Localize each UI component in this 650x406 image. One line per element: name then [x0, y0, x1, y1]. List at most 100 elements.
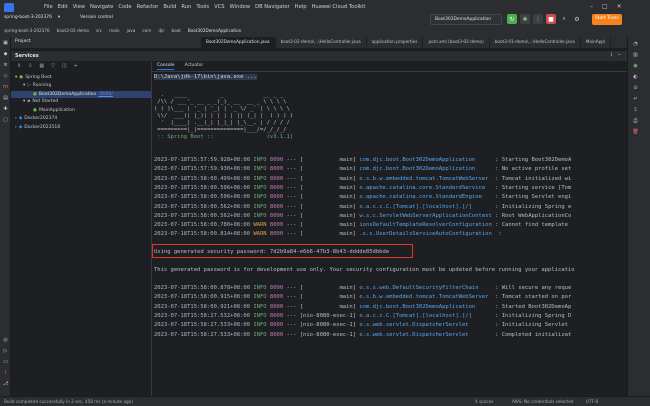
crumb-java[interactable]: java — [127, 28, 136, 33]
crumb-class[interactable]: Boot302DemoApplication — [188, 28, 241, 33]
print-icon[interactable]: ⎙ — [632, 117, 639, 124]
gradle-icon[interactable]: ◐ — [632, 73, 639, 80]
log-level: WARN — [253, 222, 270, 229]
tab-hellocontroller-02[interactable]: boot3-02-demo\...\HelloController.java — [276, 37, 367, 48]
crumb-module[interactable]: boot3-02-demo — [57, 28, 89, 33]
group-icon[interactable]: ▦ — [39, 63, 44, 71]
console-output[interactable]: D:\Java\jdk-17\bin\java.exe ... . ____ _… — [152, 73, 627, 393]
notifications-icon[interactable]: ◔ — [632, 40, 639, 47]
indent-setting[interactable]: 4 spaces — [475, 399, 493, 404]
log-level: INFO — [253, 203, 270, 210]
log-level: INFO — [253, 157, 270, 163]
tree-node-mainapplication[interactable]: ● MainApplication — [33, 108, 75, 113]
endpoints-icon[interactable]: ⊙ — [632, 84, 639, 91]
log-thread: [nio-8080-exec-1] — [299, 331, 360, 338]
log-class: com.djc.boot.Boot302DemoApplication — [359, 157, 492, 163]
tree-node-spring-boot[interactable]: ▾ ● Spring Boot — [15, 75, 52, 80]
project-panel-header[interactable]: Project — [11, 37, 201, 48]
structure-tool-icon[interactable]: ≡ — [2, 61, 9, 68]
project-tool-icon[interactable]: ▣ — [2, 39, 9, 46]
commit-tool-icon[interactable]: ◆ — [2, 50, 9, 57]
database-icon[interactable]: ▥ — [632, 51, 639, 58]
crumb-boot[interactable]: boot — [171, 28, 180, 33]
run-tool-icon[interactable]: ▷ — [2, 347, 9, 354]
services-tool-icon[interactable]: ◎ — [2, 336, 9, 343]
tab-actuator[interactable]: Actuator — [184, 63, 203, 70]
menu-vcs[interactable]: VCS — [214, 4, 224, 10]
run-config-selector[interactable]: Boot302DemoApplication — [430, 14, 502, 25]
layout-icon[interactable]: ◫ — [62, 63, 67, 71]
collapse-all-icon[interactable]: ⇳ — [28, 63, 32, 71]
crumb-com[interactable]: com — [142, 28, 151, 33]
menu-view[interactable]: View — [73, 4, 85, 10]
maximize-icon[interactable]: □ — [602, 3, 608, 10]
search-icon[interactable]: ⌕ — [559, 14, 569, 24]
log-separator: --- — [283, 194, 300, 201]
close-icon[interactable]: ✕ — [617, 3, 622, 10]
port-link[interactable]: :8000/ — [98, 92, 112, 97]
log-class: o.apache.catalina.core.StandardEngine — [359, 194, 492, 201]
menu-build[interactable]: Build — [163, 4, 176, 10]
menu-db-navigator[interactable]: DB Navigator — [255, 4, 290, 10]
tree-node-running[interactable]: ▾ ▷ Running — [23, 83, 51, 88]
project-name[interactable]: spring-boot-3-202376 — [4, 15, 52, 20]
wrap-icon[interactable]: ↵ — [632, 95, 639, 102]
expand-all-icon[interactable]: ⇕ — [17, 63, 21, 71]
rerun-icon[interactable]: ↻ — [507, 14, 517, 24]
log-line: 2023-07-18T15:58:00.814+08:00 WARN 8000 … — [154, 231, 502, 237]
tree-node-docker2023518[interactable]: › ◆ Docker2023518 — [15, 125, 60, 130]
more-icon[interactable]: ⋮ — [533, 14, 543, 24]
menu-tools[interactable]: Tools — [196, 4, 209, 10]
encoding[interactable]: UTF-8 — [586, 399, 598, 404]
problems-tool-icon[interactable]: ! — [2, 369, 9, 376]
debug-icon[interactable]: ✱ — [520, 14, 530, 24]
scroll-end-icon[interactable]: ⇩ — [632, 106, 639, 113]
build-status[interactable]: Build completed successfully in 2 sec, 4… — [4, 399, 133, 404]
menu-edit[interactable]: Edit — [58, 4, 68, 10]
vcs-selector[interactable]: Version control — [80, 15, 113, 20]
ai-assistant-icon[interactable]: ◉ — [632, 62, 639, 69]
db-tool-icon[interactable]: ▤ — [2, 94, 9, 101]
clear-icon[interactable]: 🗑 — [632, 128, 639, 135]
add-service-icon[interactable]: + — [74, 63, 78, 71]
git-tool-icon[interactable]: ⎇ — [2, 380, 9, 387]
notes-tool-icon[interactable]: ▢ — [2, 116, 9, 123]
plugin-tool-icon[interactable]: ✚ — [2, 105, 9, 112]
terminal-tool-icon[interactable]: ▭ — [2, 358, 9, 365]
project-selector[interactable]: spring-boot-3-202376 ▾ Version control — [4, 15, 113, 20]
tree-node-not-started[interactable]: ▾ ▪ Not Started — [23, 99, 58, 104]
tree-node-docker202374[interactable]: › ◆ Docker202374 — [15, 116, 57, 121]
tab-application-properties[interactable]: application.properties — [367, 37, 424, 48]
menu-navigate[interactable]: Navigate — [90, 4, 113, 10]
aws-status[interactable]: AWS: No credentials selected — [512, 399, 573, 404]
stop-icon[interactable]: ■ — [546, 14, 556, 24]
docker-icon: ◆ — [18, 125, 23, 130]
start-trans-button[interactable]: Start Trans — [592, 14, 622, 25]
crumb-src[interactable]: src — [96, 28, 102, 33]
log-pid: 8000 — [269, 312, 284, 319]
tree-node-boot302demoapplication[interactable]: ● Boot302DemoApplication :8000/ — [11, 91, 151, 98]
menu-refactor[interactable]: Refactor — [137, 4, 159, 10]
maven-tool-icon[interactable]: m — [2, 83, 9, 90]
filter-icon[interactable]: ▽ — [51, 63, 55, 71]
gear-icon[interactable]: ⚙ — [572, 14, 582, 24]
minimize-panel-icon[interactable]: – — [618, 52, 621, 58]
crumb-main[interactable]: main — [109, 28, 119, 33]
bookmarks-tool-icon[interactable]: ◇ — [2, 72, 9, 79]
tab-pom-xml[interactable]: pom.xml (boot3-02-demo) — [423, 37, 490, 48]
menu-run[interactable]: Run — [181, 4, 191, 10]
minimize-icon[interactable]: – — [590, 3, 593, 10]
crumb-project[interactable]: spring-boot-3-202376 — [4, 28, 50, 33]
menu-window[interactable]: Window — [230, 4, 250, 10]
menu-code[interactable]: Code — [118, 4, 131, 10]
tab-hellocontroller-01[interactable]: boot3-01-demo\...\HelloController.java — [490, 37, 581, 48]
more-options-icon[interactable]: ⋮ — [609, 52, 614, 58]
menu-help[interactable]: Help — [295, 4, 307, 10]
crumb-djc[interactable]: djc — [158, 28, 164, 33]
log-timestamp: 2023-07-18T15:58:00.499+08:00 — [154, 175, 254, 182]
tab-boot302demoapplication[interactable]: Boot302DemoApplication.java — [201, 37, 276, 48]
tab-console[interactable]: Console — [157, 63, 175, 70]
menu-file[interactable]: File — [44, 4, 53, 10]
menu-huawei-cloud-toolkit[interactable]: Huawei Cloud Toolkit — [312, 4, 366, 10]
tab-mainappl[interactable]: MainAppl — [581, 37, 612, 48]
